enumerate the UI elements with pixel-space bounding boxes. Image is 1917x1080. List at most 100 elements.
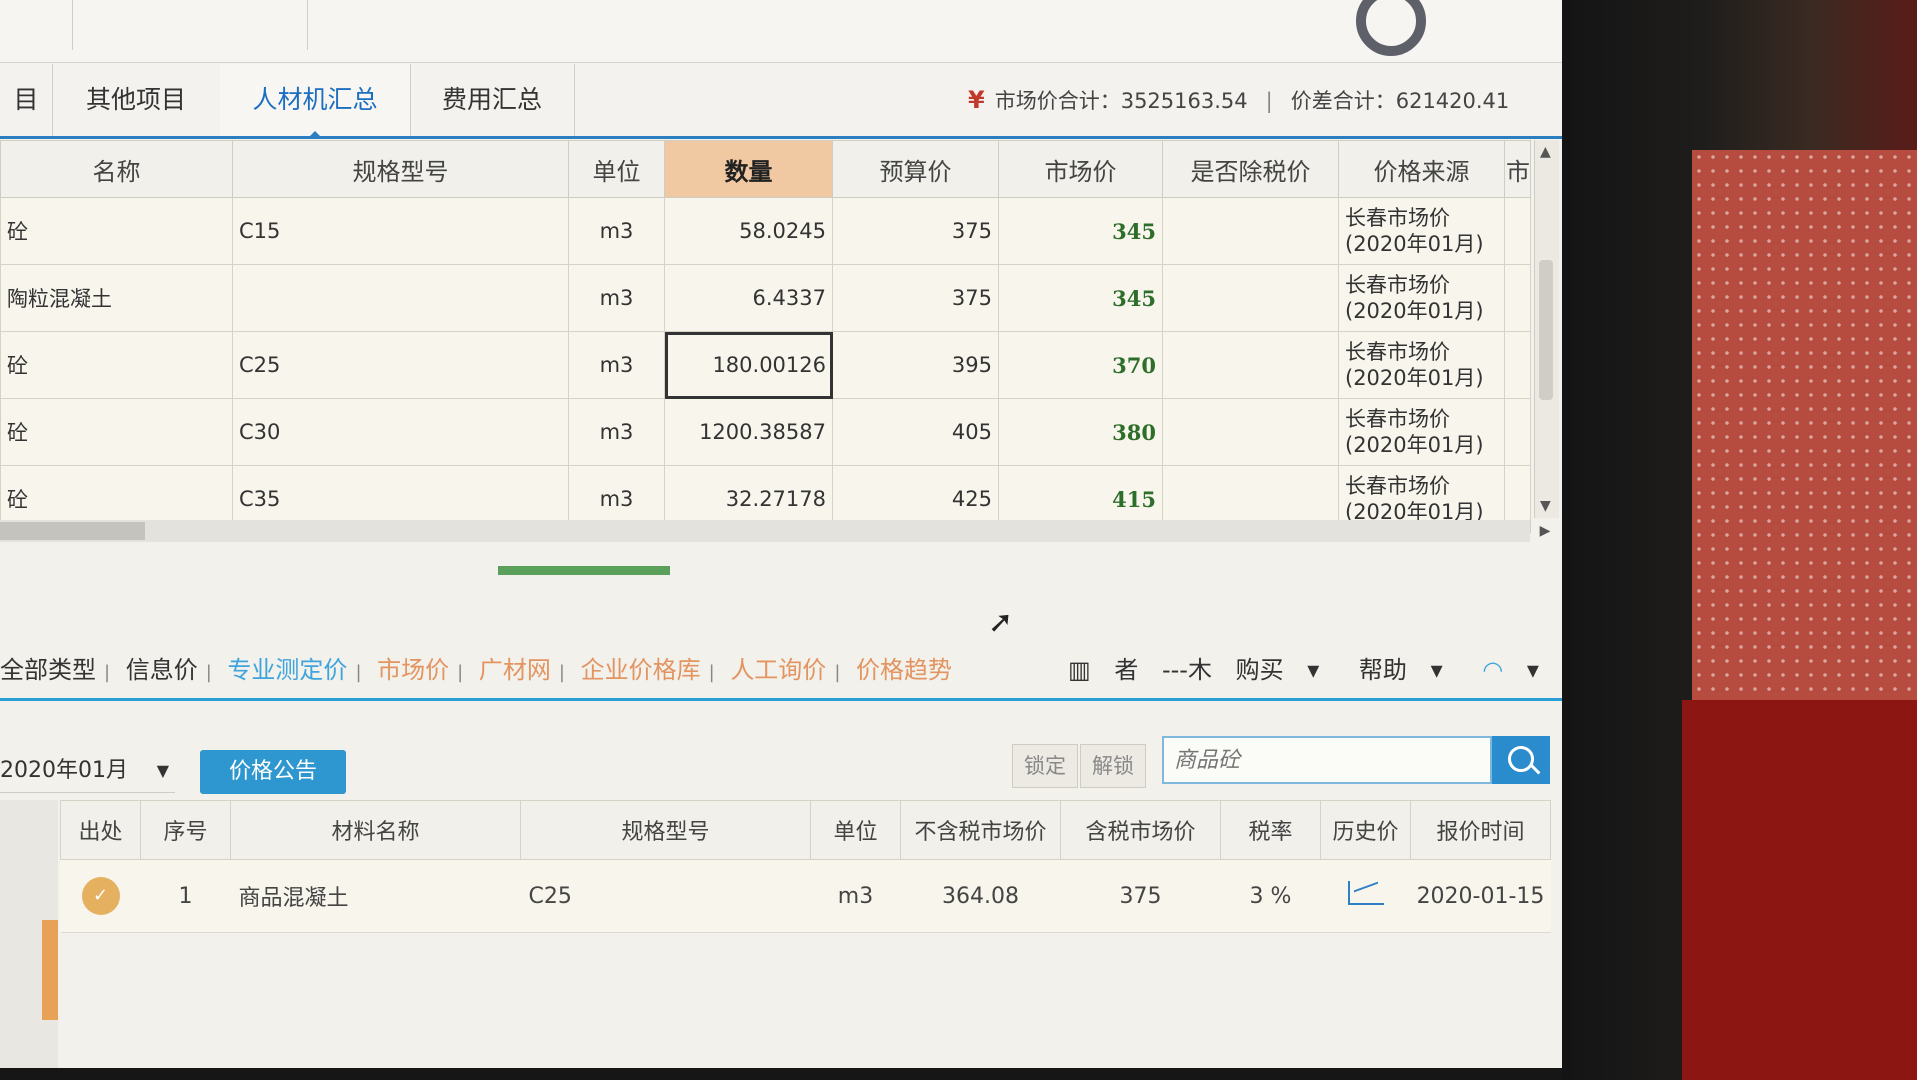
toolbar-cell[interactable]	[72, 0, 308, 50]
column-header[interactable]: 单位	[568, 140, 665, 198]
column-header[interactable]: 报价时间	[1410, 800, 1551, 860]
cell-spec[interactable]: C25	[520, 859, 811, 933]
cell-spec[interactable]: C25	[232, 331, 569, 399]
cell-quantity[interactable]: 58.0245	[664, 197, 833, 265]
cell-extra[interactable]	[1504, 398, 1531, 466]
chevron-down-icon[interactable]: ▾	[1527, 656, 1539, 684]
cell-price-source[interactable]: 长春市场价(2020年01月)	[1338, 197, 1505, 265]
vertical-scrollbar[interactable]: ▲ ▼	[1534, 140, 1559, 518]
column-header[interactable]: 出处	[60, 800, 141, 860]
tab-cost-summary[interactable]: 费用汇总	[410, 64, 575, 136]
cell-unit[interactable]: m3	[568, 264, 665, 332]
cell-spec[interactable]	[232, 264, 569, 332]
unlock-button[interactable]: 解锁	[1080, 744, 1146, 788]
cell-tax-excluded[interactable]	[1162, 264, 1339, 332]
tab-other-items[interactable]: 其他项目	[52, 64, 221, 136]
lock-button[interactable]: 锁定	[1012, 744, 1078, 788]
link-reader[interactable]: 者	[1114, 656, 1138, 684]
column-header[interactable]: 市场价	[998, 140, 1163, 198]
link-labor-inquiry[interactable]: 人工询价	[730, 656, 826, 684]
tab-items[interactable]: 目	[0, 64, 53, 136]
cell-material-name[interactable]: 商品混凝土	[230, 859, 521, 933]
price-notice-button[interactable]: 价格公告	[200, 750, 346, 794]
date-select[interactable]: 2020年01月 ▼	[0, 750, 175, 793]
cell-tax-excluded[interactable]	[1162, 331, 1339, 399]
cell-price-excl-tax[interactable]: 364.08	[900, 859, 1061, 933]
cell-extra[interactable]	[1504, 331, 1531, 399]
link-market-price[interactable]: 市场价	[377, 656, 449, 684]
cell-unit[interactable]: m3	[568, 197, 665, 265]
tab-labor-material-summary[interactable]: 人材机汇总	[220, 64, 411, 139]
column-header[interactable]: 序号	[140, 800, 231, 860]
scroll-down-icon[interactable]: ▼	[1540, 498, 1551, 514]
cell-price-source[interactable]: 长春市场价(2020年01月)	[1338, 264, 1505, 332]
cell-spec[interactable]: C30	[232, 398, 569, 466]
table-row[interactable]: 砼 C15 m3 58.0245 375 345 长春市场价(2020年01月)	[0, 197, 1531, 265]
cell-budget-price[interactable]: 395	[832, 331, 999, 399]
cell-unit[interactable]: m3	[810, 859, 901, 933]
table-row[interactable]: ✓ 1 商品混凝土 C25 m3 364.08 375 3 % 2020-01-…	[60, 859, 1551, 933]
column-header[interactable]: 是否除税价	[1162, 140, 1339, 198]
cell-unit[interactable]: m3	[568, 331, 665, 399]
column-header[interactable]: 税率	[1220, 800, 1321, 860]
toolbar-cell[interactable]	[0, 0, 73, 50]
column-header[interactable]: 规格型号	[232, 140, 569, 198]
scrollbar-thumb[interactable]	[0, 522, 145, 540]
cell-quote-date[interactable]: 2020-01-15	[1410, 859, 1551, 933]
menu-help[interactable]: 帮助 ▾	[1359, 656, 1459, 684]
book-icon[interactable]: ▥	[1068, 656, 1091, 684]
cell-quantity[interactable]: 1200.38587	[664, 398, 833, 466]
table-row[interactable]: 砼 C30 m3 1200.38587 405 380 长春市场价(2020年0…	[0, 398, 1531, 466]
search-button[interactable]	[1492, 736, 1550, 784]
scroll-right-icon[interactable]: ▶	[1534, 520, 1556, 542]
collapse-handle[interactable]	[42, 920, 58, 1020]
cell-name[interactable]: 陶粒混凝土	[0, 264, 233, 332]
headset-icon[interactable]: ◠	[1482, 656, 1503, 684]
cell-name[interactable]: 砼	[0, 197, 233, 265]
table-row[interactable]: 陶粒混凝土 m3 6.4337 375 345 长春市场价(2020年01月)	[0, 264, 1531, 332]
cell-tax-excluded[interactable]	[1162, 398, 1339, 466]
column-header[interactable]: 规格型号	[520, 800, 811, 860]
cell-price-source[interactable]: 长春市场价(2020年01月)	[1338, 398, 1505, 466]
cell-extra[interactable]	[1504, 197, 1531, 265]
link-enterprise-price-lib[interactable]: 企业价格库	[581, 656, 701, 684]
cell-tax-rate[interactable]: 3 %	[1220, 859, 1321, 933]
column-header[interactable]: 不含税市场价	[900, 800, 1061, 860]
link-price-trend[interactable]: 价格趋势	[856, 656, 952, 684]
column-header[interactable]: 市	[1504, 140, 1531, 198]
search-input[interactable]	[1162, 736, 1492, 784]
column-header[interactable]: 材料名称	[230, 800, 521, 860]
cell-market-price[interactable]: 345	[998, 197, 1163, 265]
menu-buy[interactable]: 购买 ▾	[1236, 656, 1336, 684]
cell-name[interactable]: 砼	[0, 331, 233, 399]
cell-market-price[interactable]: 345	[998, 264, 1163, 332]
column-header[interactable]: 含税市场价	[1060, 800, 1221, 860]
user-avatar-icon[interactable]	[1356, 0, 1426, 56]
cell-name[interactable]: 砼	[0, 398, 233, 466]
cell-budget-price[interactable]: 405	[832, 398, 999, 466]
column-header[interactable]: 名称	[0, 140, 233, 198]
scroll-up-icon[interactable]: ▲	[1540, 144, 1551, 160]
cell-history[interactable]	[1320, 859, 1411, 933]
scrollbar-thumb[interactable]	[1539, 260, 1553, 400]
cell-extra[interactable]	[1504, 264, 1531, 332]
cell-spec[interactable]: C15	[232, 197, 569, 265]
link-wood[interactable]: ---木	[1162, 656, 1212, 684]
cell-unit[interactable]: m3	[568, 398, 665, 466]
link-guangcai-net[interactable]: 广材网	[479, 656, 551, 684]
cell-price-incl-tax[interactable]: 375	[1060, 859, 1221, 933]
link-info-price[interactable]: 信息价	[126, 656, 198, 684]
link-professional-price[interactable]: 专业测定价	[227, 656, 347, 684]
line-chart-icon[interactable]	[1347, 881, 1384, 905]
horizontal-scrollbar[interactable]: ▶	[0, 520, 1550, 542]
link-all-types[interactable]: 全部类型	[0, 656, 96, 684]
cell-quantity[interactable]: 6.4337	[664, 264, 833, 332]
column-header[interactable]: 单位	[810, 800, 901, 860]
cell-budget-price[interactable]: 375	[832, 264, 999, 332]
cell-quantity-selected[interactable]: 180.00126	[664, 331, 833, 399]
cell-tax-excluded[interactable]	[1162, 197, 1339, 265]
cell-index[interactable]: 1	[140, 859, 231, 933]
cell-budget-price[interactable]: 375	[832, 197, 999, 265]
column-header[interactable]: 预算价	[832, 140, 999, 198]
cell-price-source[interactable]: 长春市场价(2020年01月)	[1338, 331, 1505, 399]
